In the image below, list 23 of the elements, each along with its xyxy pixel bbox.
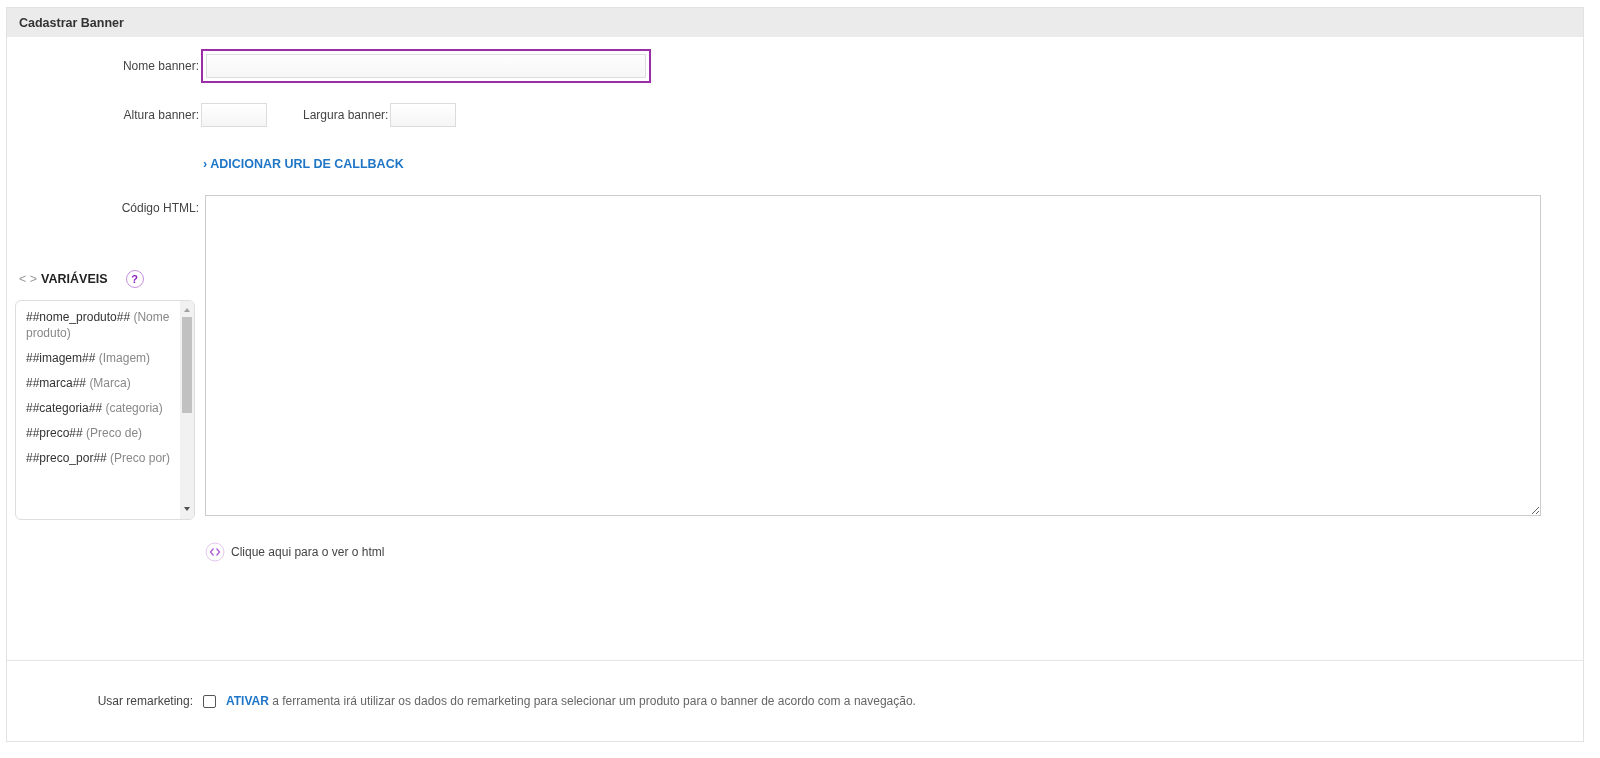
variable-item[interactable]: ##categoria## (categoria) xyxy=(26,400,176,416)
field-label: Largura banner: xyxy=(303,108,389,122)
preview-html-link[interactable]: Clique aqui para o ver o html xyxy=(205,542,385,562)
field-label: Usar remarketing: xyxy=(97,694,193,708)
field-label: Nome banner: xyxy=(122,59,199,73)
field-label: Código HTML: xyxy=(121,201,199,215)
variable-item[interactable]: ##imagem## (Imagem) xyxy=(26,350,176,366)
checkbox[interactable] xyxy=(203,694,216,708)
variable-item[interactable]: ##marca## (Marca) xyxy=(26,375,176,391)
code-icon xyxy=(205,542,225,562)
scrollbar-drawing[interactable] xyxy=(180,301,194,519)
variable-item[interactable]: ##nome_produto## (Nome produto) xyxy=(26,309,176,341)
variables-title: VARIÁVEIS xyxy=(41,272,108,286)
callback-link[interactable]: › ADICIONAR URL DE CALLBACK xyxy=(203,157,404,171)
code-icon: < > xyxy=(19,272,38,286)
variable-item[interactable]: ##preco_por## (Preco por) xyxy=(26,450,176,466)
html-code-textarea[interactable] xyxy=(205,195,1541,516)
remarketing-description: ATIVAR a ferramenta irá utilizar os dados do remarketing para selecionar um produto para o banner de acordo com a navegação. xyxy=(226,694,916,708)
activate-link[interactable]: ATIVAR xyxy=(226,694,269,708)
panel-title: Cadastrar Banner xyxy=(19,15,124,30)
variable-item[interactable]: ##preco## (Preco de) xyxy=(26,425,176,441)
field-label: Altura banner: xyxy=(123,108,199,122)
input-field[interactable] xyxy=(201,49,651,83)
